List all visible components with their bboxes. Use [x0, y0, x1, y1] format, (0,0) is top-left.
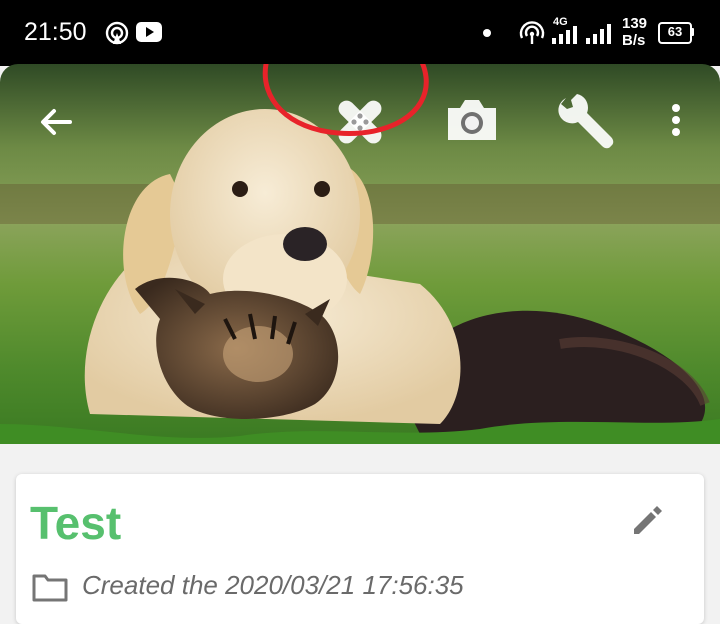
wifi-hotspot-icon [519, 21, 545, 44]
note-title: Test [30, 497, 122, 549]
camera-icon[interactable] [444, 96, 500, 144]
hotspot-icon [105, 21, 129, 45]
notification-dot-icon [483, 29, 491, 37]
speed-value: 139 [622, 15, 648, 32]
annotation-circle [262, 64, 429, 136]
youtube-icon [136, 22, 162, 42]
status-time: 21:50 [24, 18, 87, 46]
speed-unit: B/s [622, 32, 646, 49]
back-arrow-icon[interactable] [36, 102, 76, 142]
battery-icon: 63 [658, 22, 694, 44]
created-date: Created the 2020/03/21 17:56:35 [82, 570, 464, 600]
note-card: Test Created the 2020/03/21 17:56:35 [16, 474, 704, 624]
folder-icon [32, 574, 68, 602]
edit-pencil-icon[interactable] [630, 502, 666, 538]
status-bar: 21:50 4G 139 B/s 63 [0, 0, 720, 66]
wrench-icon[interactable] [552, 90, 616, 154]
battery-level: 63 [667, 24, 683, 39]
signal-icon [552, 26, 577, 44]
header-photo [0, 64, 720, 444]
signal-icon-2 [586, 24, 611, 44]
more-vert-icon[interactable] [668, 100, 684, 144]
